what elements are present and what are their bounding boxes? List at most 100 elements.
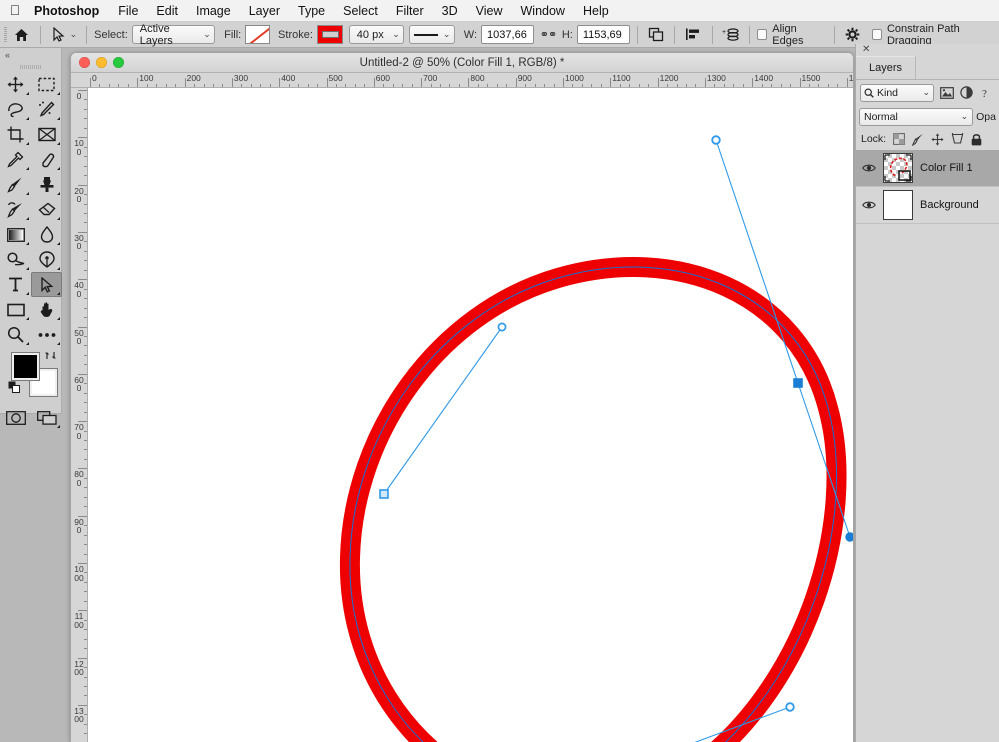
lock-image-pixels-icon[interactable] (912, 133, 924, 146)
path-alignment-icon[interactable] (682, 24, 704, 46)
height-label: H: (561, 28, 573, 41)
ruler-label: 500 (328, 73, 343, 83)
close-panel-icon[interactable]: ✕ (856, 44, 999, 56)
ruler-minor-tick (194, 84, 196, 87)
adjustment-layer-filter-icon[interactable] (959, 85, 974, 101)
layer-filter-kind-dropdown[interactable]: Kind ⌄ (860, 83, 934, 102)
layer-visibility-icon[interactable] (862, 163, 876, 173)
type-layer-filter-icon[interactable]: ? (979, 85, 994, 101)
layer-row-background[interactable]: Background (856, 187, 999, 224)
tool-eyedropper[interactable] (0, 147, 31, 172)
ruler-label: 1300 (706, 73, 726, 83)
menu-item-file[interactable]: File (109, 0, 147, 22)
tool-path-selection[interactable] (31, 272, 62, 297)
path-operations-icon[interactable] (645, 24, 667, 46)
menu-item-image[interactable]: Image (187, 0, 240, 22)
layer-row-color-fill-1[interactable]: Color Fill 1 (856, 150, 999, 187)
ruler-minor-tick (127, 84, 129, 87)
apple-logo-icon[interactable]:  (0, 3, 30, 19)
anchor-point-left (379, 489, 389, 499)
stroke-width-dropdown[interactable]: 40 px ⌄ (348, 25, 404, 44)
path-arrangement-icon[interactable]: + (720, 24, 742, 46)
layer-visibility-icon[interactable] (862, 200, 876, 210)
tool-pen[interactable] (31, 247, 62, 272)
constrain-path-dragging-checkbox[interactable]: Constrain Path Dragging (871, 23, 999, 47)
stroke-color-swatch[interactable] (316, 25, 344, 44)
menu-item-select[interactable]: Select (334, 0, 387, 22)
default-colors-icon[interactable] (8, 381, 21, 399)
menu-item-type[interactable]: Type (289, 0, 334, 22)
menu-item-3d[interactable]: 3D (433, 0, 467, 22)
tool-clone-stamp[interactable] (31, 172, 62, 197)
layer-thumbnail-background[interactable] (883, 190, 913, 220)
foreground-color-swatch[interactable] (12, 353, 39, 380)
ruler-minor-tick (84, 411, 87, 413)
menu-item-layer[interactable]: Layer (240, 0, 289, 22)
blend-mode-dropdown[interactable]: Normal ⌄ (859, 107, 974, 126)
tab-layers[interactable]: Layers (856, 56, 917, 79)
tool-zoom[interactable] (0, 322, 31, 347)
collapse-tools-icon[interactable]: « (0, 48, 61, 61)
tool-move[interactable] (0, 72, 31, 97)
quick-mask-icon[interactable] (0, 405, 31, 430)
ruler-major-tick (610, 78, 612, 87)
tool-gradient[interactable] (0, 222, 31, 247)
ruler-minor-tick (383, 84, 385, 87)
tool-brush[interactable] (0, 172, 31, 197)
chain-link-icon[interactable]: ⚭⚭ (540, 28, 557, 41)
fill-color-swatch[interactable] (245, 25, 270, 44)
ruler-minor-tick (241, 84, 243, 87)
tool-crop[interactable] (0, 122, 31, 147)
stroke-style-dropdown[interactable]: ⌄ (409, 25, 456, 44)
ruler-minor-tick (84, 402, 87, 404)
lock-position-icon[interactable] (931, 132, 944, 146)
menu-item-edit[interactable]: Edit (147, 0, 187, 22)
home-icon[interactable] (10, 24, 32, 46)
options-bar-grip[interactable] (0, 22, 10, 48)
chevron-down-icon[interactable]: ⌄ (70, 29, 78, 40)
gear-icon[interactable] (842, 24, 864, 46)
horizontal-ruler[interactable]: 0 100 200 300 400 500 600 700 800 900 1000 1100 1200… (71, 73, 853, 88)
ruler-minor-tick (619, 84, 621, 87)
menu-item-photoshop[interactable]: Photoshop (30, 0, 109, 22)
tool-spot-healing-brush[interactable] (31, 147, 62, 172)
menu-item-view[interactable]: View (467, 0, 512, 22)
lock-artboard-icon[interactable] (951, 133, 964, 145)
tool-edit-toolbar[interactable] (31, 322, 62, 347)
tool-type[interactable] (0, 272, 31, 297)
tool-lasso[interactable] (0, 97, 31, 122)
menu-item-window[interactable]: Window (512, 0, 574, 22)
tool-dodge[interactable] (0, 247, 31, 272)
tool-history-brush[interactable] (0, 197, 31, 222)
lock-transparent-pixels-icon[interactable] (893, 133, 906, 145)
ruler-label: 700 (423, 73, 438, 83)
swap-colors-icon[interactable] (45, 350, 56, 364)
tool-hand[interactable] (31, 297, 62, 322)
pixel-layer-filter-icon[interactable] (939, 85, 954, 101)
tool-frame[interactable] (31, 122, 62, 147)
tool-quick-selection[interactable] (31, 97, 62, 122)
layer-thumbnail-color-fill[interactable] (883, 153, 913, 183)
tool-rectangle[interactable] (0, 297, 31, 322)
vertical-ruler[interactable]: 0 100 200 300 400 500 600 700 800 900 1000 1100 1200… (71, 88, 88, 742)
ruler-minor-tick (212, 84, 214, 87)
lock-all-icon[interactable] (971, 133, 982, 146)
tool-eraser[interactable] (31, 197, 62, 222)
tool-rectangular-marquee[interactable] (31, 72, 62, 97)
menu-item-filter[interactable]: Filter (387, 0, 433, 22)
ruler-minor-tick (496, 84, 498, 87)
canvas[interactable] (88, 88, 853, 742)
ruler-minor-tick (84, 354, 87, 356)
shape-height-input[interactable]: 1153,69 (576, 25, 630, 44)
document-title-bar[interactable]: Untitled-2 @ 50% (Color Fill 1, RGB/8) * (71, 53, 853, 73)
tools-panel-grip[interactable] (0, 61, 61, 72)
checkbox-box (871, 29, 882, 40)
screen-mode-icon[interactable] (31, 405, 62, 430)
ruler-major-tick (90, 78, 91, 87)
align-edges-checkbox[interactable]: Align Edges (756, 23, 827, 47)
shape-width-input[interactable]: 1037,66 (481, 25, 535, 44)
menu-item-help[interactable]: Help (574, 0, 618, 22)
select-mode-dropdown[interactable]: Active Layers ⌄ (131, 23, 215, 47)
tool-blur[interactable] (31, 222, 62, 247)
active-tool-preset-picker[interactable]: ⌄ (48, 24, 80, 46)
